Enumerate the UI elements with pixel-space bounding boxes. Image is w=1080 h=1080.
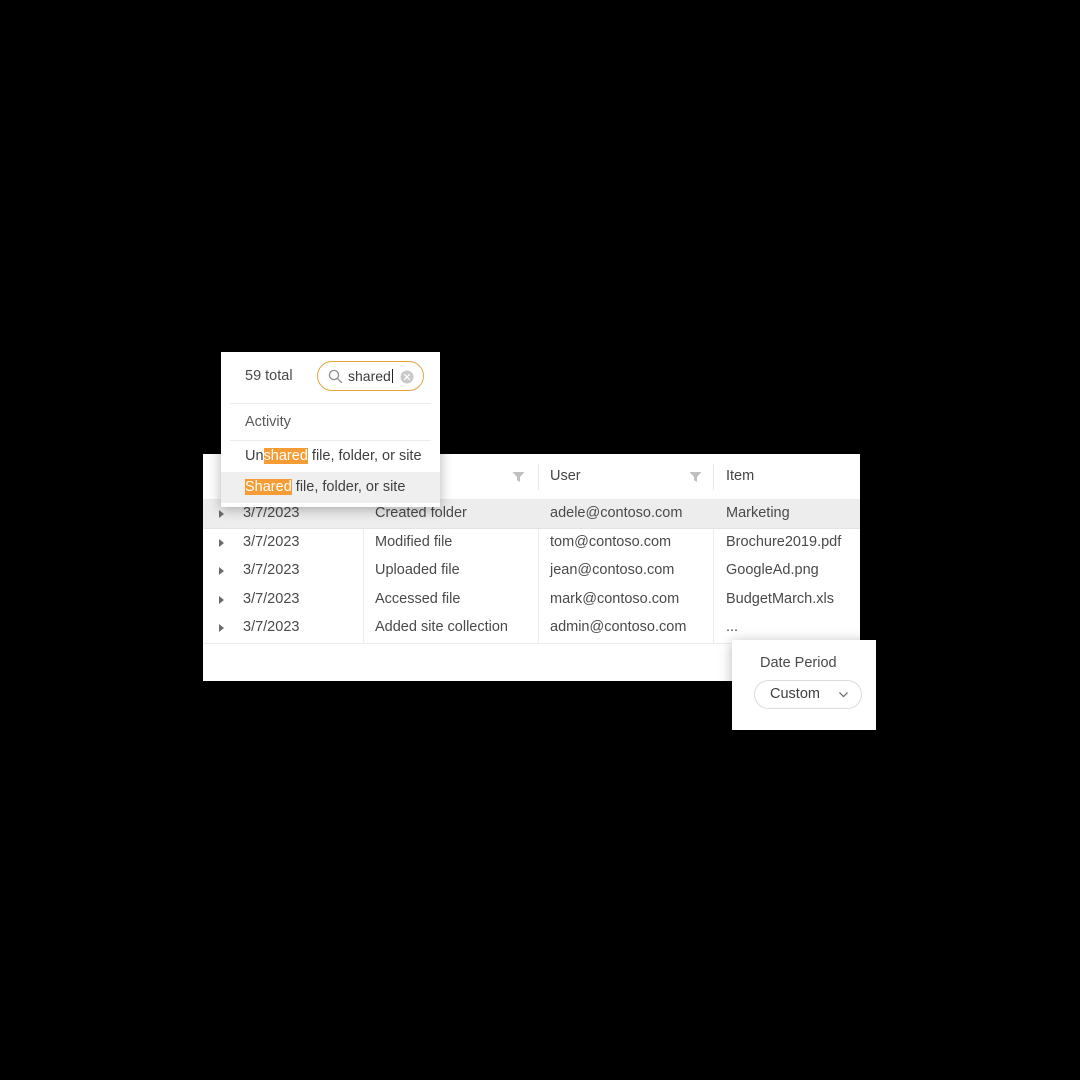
row-date: 3/7/2023 (243, 533, 300, 550)
search-input-value[interactable]: shared (348, 368, 393, 384)
suggestion-prefix: Un (245, 448, 264, 464)
search-query-text: shared (348, 368, 391, 384)
row-user: jean@contoso.com (550, 562, 675, 579)
column-header-user[interactable]: User (550, 468, 581, 484)
suggestion-group-label: Activity (245, 414, 291, 430)
column-divider (538, 464, 539, 490)
row-date: 3/7/2023 (243, 619, 300, 636)
suggestion-suffix: file, folder, or site (307, 448, 422, 464)
chevron-down-icon (839, 692, 848, 698)
row-activity: Created folder (375, 505, 467, 521)
suggestion-item[interactable]: Unshared file, folder, or site (221, 441, 440, 472)
row-item: Brochure2019.pdf (726, 533, 842, 550)
row-item: ... (726, 619, 739, 636)
row-activity: Modified file (375, 533, 453, 550)
table-row[interactable]: 3/7/2023 Uploaded file jean@contoso.com Goo… (203, 557, 860, 586)
suggestion-match-highlight: shared (263, 448, 308, 464)
date-period-select[interactable]: Custom (754, 680, 862, 709)
table-row[interactable]: 3/7/2023 Added site collection admin@conto… (203, 614, 860, 643)
column-divider (713, 464, 714, 490)
row-user: adele@contoso.com (550, 505, 683, 521)
column-header-item[interactable]: Item (726, 468, 754, 484)
text-caret (391, 369, 393, 383)
search-icon (328, 369, 343, 384)
filter-funnel-icon[interactable] (512, 471, 525, 483)
clear-circle-icon[interactable] (400, 370, 414, 384)
suggestion-item[interactable]: Shared file, folder, or site (221, 472, 440, 503)
row-item: GoogleAd.png (726, 562, 819, 579)
screenshot-stage: Date Activity User Item 3/7/2023Created … (0, 0, 1080, 1080)
date-period-label: Date Period (760, 655, 837, 671)
row-item: BudgetMarch.xls (726, 590, 834, 607)
row-activity: Accessed file (375, 590, 461, 607)
row-user: admin@contoso.com (550, 619, 687, 636)
chevron-right-icon[interactable] (219, 538, 224, 547)
row-activity: Added site collection (375, 619, 508, 636)
chevron-right-icon[interactable] (219, 567, 224, 576)
row-item: Marketing (726, 505, 790, 521)
search-suggestion-card: 59 total shared Activity Unshared file, … (221, 352, 440, 507)
suggestion-list: Unshared file, folder, or site Shared fil… (221, 441, 440, 503)
total-count-label: 59 total (245, 368, 293, 384)
row-date: 3/7/2023 (243, 562, 300, 579)
row-date: 3/7/2023 (243, 505, 300, 521)
activity-table-body: 3/7/2023 Created folder adele@contoso.com M… (203, 500, 860, 644)
search-toolbar: 59 total shared (221, 352, 440, 403)
search-input[interactable]: shared (317, 361, 424, 391)
table-row[interactable]: 3/7/2023 Modified file tom@contoso.com Broc… (203, 529, 860, 558)
chevron-right-icon[interactable] (219, 595, 224, 604)
chevron-right-icon[interactable] (219, 510, 224, 518)
date-period-value: Custom (770, 686, 820, 702)
chevron-right-icon[interactable] (219, 624, 224, 633)
row-activity: Uploaded file (375, 562, 460, 579)
suggestion-match-highlight: Shared (245, 479, 292, 495)
table-row[interactable]: 3/7/2023 Accessed file mark@contoso.com Bud… (203, 586, 860, 615)
row-date: 3/7/2023 (243, 590, 300, 607)
row-user: mark@contoso.com (550, 590, 680, 607)
date-period-card: Date Period Custom (732, 640, 876, 730)
row-user: tom@contoso.com (550, 533, 672, 550)
suggestion-suffix: file, folder, or site (291, 479, 406, 495)
filter-funnel-icon[interactable] (689, 471, 702, 483)
